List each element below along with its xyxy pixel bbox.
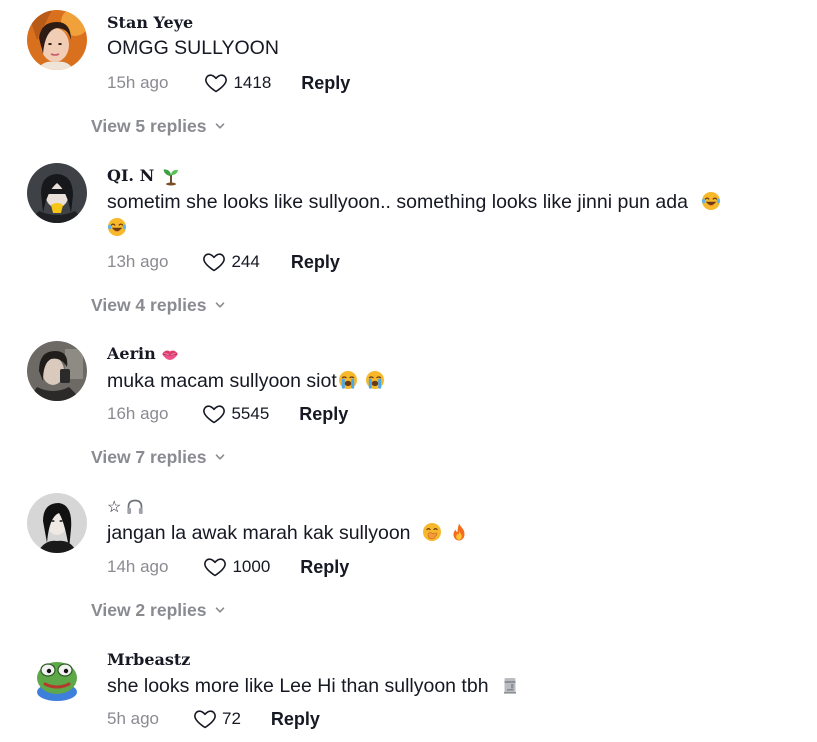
seedling-icon: [161, 166, 181, 186]
username[interactable]: Mrbeastz: [107, 650, 190, 670]
view-replies-label: View 7 replies: [91, 446, 207, 467]
like-count: 1418: [233, 73, 272, 92]
username-text: Mrbeastz: [107, 650, 191, 669]
like-button[interactable]: 5545: [202, 402, 269, 426]
like-count: 1000: [232, 557, 271, 576]
username[interactable]: Stan Yeye: [107, 13, 193, 33]
heart-icon[interactable]: [202, 402, 226, 426]
chevron-down-icon: [214, 451, 226, 463]
reply-button[interactable]: Reply: [271, 709, 320, 730]
comment-text: OMGG SULLYOON: [107, 35, 757, 61]
like-count: 5545: [231, 404, 270, 423]
view-replies-button[interactable]: View 4 replies: [91, 294, 226, 316]
chevron-down-icon: [214, 120, 226, 132]
avatar[interactable]: [27, 493, 87, 553]
avatar[interactable]: [27, 163, 87, 223]
comment-actions: 16h ago 5545 Reply: [107, 401, 348, 427]
comment-text: jangan la awak marah kak sullyoon: [107, 520, 757, 546]
username-text: ☆: [107, 497, 122, 516]
loudly-crying-icon: [338, 370, 358, 390]
heart-icon[interactable]: [204, 71, 228, 95]
comment-actions: 13h ago 244 Reply: [107, 249, 340, 275]
like-button[interactable]: 72: [193, 707, 241, 731]
heart-icon[interactable]: [193, 707, 217, 731]
comment-text: sometim she looks like sullyoon.. someth…: [107, 189, 757, 241]
username-text: QI. N: [107, 166, 155, 185]
headphone-icon: [125, 497, 145, 517]
reply-button[interactable]: Reply: [299, 404, 348, 425]
like-button[interactable]: 244: [202, 250, 260, 274]
timestamp: 14h ago: [107, 557, 169, 576]
view-replies-label: View 5 replies: [91, 115, 207, 136]
username[interactable]: ☆: [107, 497, 145, 517]
like-button[interactable]: 1418: [204, 71, 271, 95]
comment-actions: 15h ago 1418 Reply: [107, 70, 350, 96]
heart-icon[interactable]: [203, 555, 227, 579]
moai-icon: [500, 675, 520, 695]
username-text: Aerin: [107, 344, 156, 363]
tears-of-joy-icon: [701, 191, 721, 211]
tears-of-joy-icon: [107, 217, 127, 237]
fire-icon: [449, 522, 469, 542]
heart-icon[interactable]: [202, 250, 226, 274]
view-replies-button[interactable]: View 7 replies: [91, 446, 226, 468]
timestamp: 16h ago: [107, 404, 169, 423]
reply-button[interactable]: Reply: [291, 252, 340, 273]
username[interactable]: QI. N: [107, 166, 181, 186]
comment-actions: 5h ago 72 Reply: [107, 706, 320, 732]
username-text: Stan Yeye: [107, 13, 194, 32]
chevron-down-icon: [214, 604, 226, 616]
hand-over-mouth-icon: [422, 522, 442, 542]
view-replies-label: View 4 replies: [91, 294, 207, 315]
reply-button[interactable]: Reply: [301, 73, 350, 94]
like-count: 244: [231, 252, 260, 271]
comment-actions: 14h ago 1000 Reply: [107, 554, 349, 580]
timestamp: 5h ago: [107, 709, 159, 728]
comment-text-content: muka macam sullyoon siot: [107, 370, 337, 392]
timestamp: 13h ago: [107, 252, 169, 271]
timestamp: 15h ago: [107, 73, 169, 92]
comment-text-content: she looks more like Lee Hi than sullyoon…: [107, 675, 489, 697]
comment-text-content: sometim she looks like sullyoon.. someth…: [107, 191, 688, 213]
like-count: 72: [222, 709, 241, 728]
avatar[interactable]: [27, 646, 87, 706]
comment-text-content: OMGG SULLYOON: [107, 37, 279, 59]
loudly-crying-icon: [365, 370, 385, 390]
comment-text-content: jangan la awak marah kak sullyoon: [107, 522, 411, 544]
chevron-down-icon: [214, 299, 226, 311]
view-replies-button[interactable]: View 5 replies: [91, 115, 226, 137]
username[interactable]: Aerin: [107, 344, 180, 364]
view-replies-label: View 2 replies: [91, 599, 207, 620]
reply-button[interactable]: Reply: [300, 557, 349, 578]
kiss-mark-icon: [160, 344, 180, 364]
view-replies-button[interactable]: View 2 replies: [91, 599, 226, 621]
avatar[interactable]: [27, 10, 87, 70]
avatar[interactable]: [27, 341, 87, 401]
comment-text: she looks more like Lee Hi than sullyoon…: [107, 673, 757, 699]
comment-text: muka macam sullyoon siot: [107, 368, 757, 394]
like-button[interactable]: 1000: [203, 555, 270, 579]
